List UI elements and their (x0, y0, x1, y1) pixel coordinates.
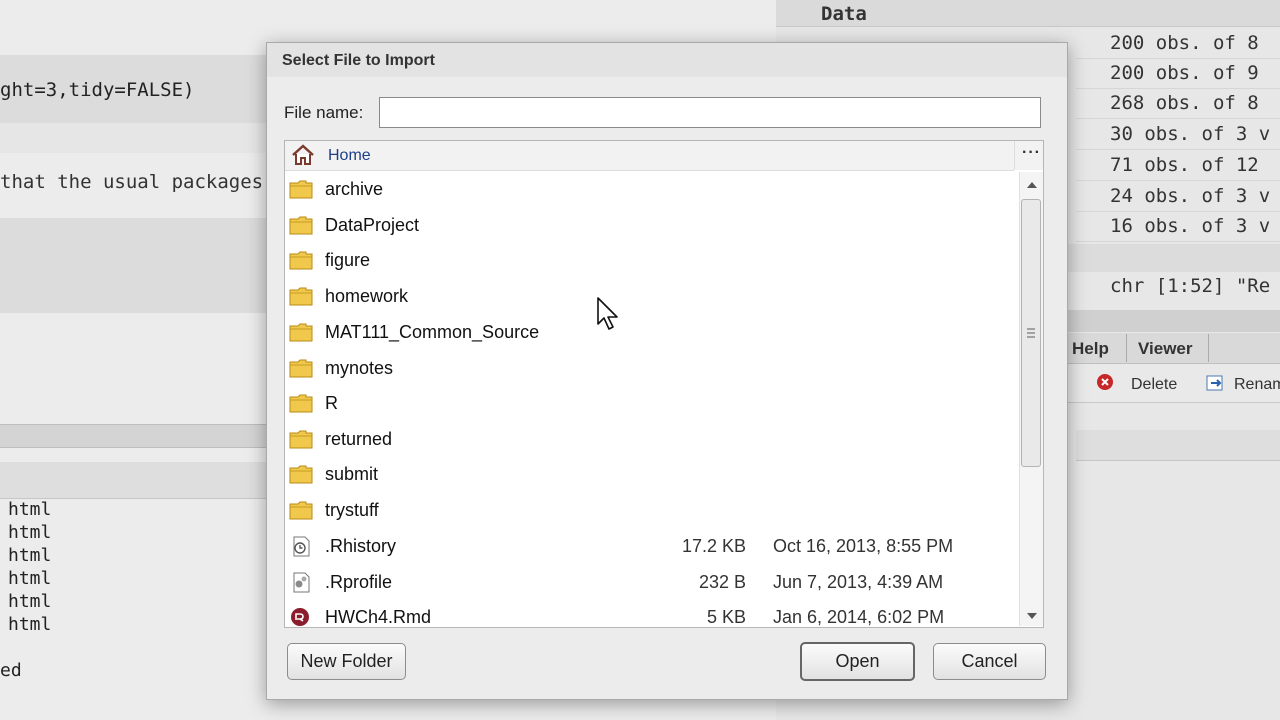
rename-button[interactable]: Renam (1234, 376, 1280, 394)
delete-icon (1097, 374, 1113, 390)
item-name: HWCh4.Rmd (325, 607, 432, 626)
env-value: 200 obs. of 8 (1110, 32, 1259, 54)
scroll-down-arrow-icon[interactable] (1025, 609, 1039, 621)
item-name: .Rprofile (325, 572, 393, 592)
item-date: Jan 6, 2014, 6:02 PM (773, 607, 945, 626)
env-value: 71 obs. of 12 (1110, 154, 1259, 176)
list-item[interactable]: DataProject (285, 207, 1019, 243)
item-name: homework (325, 286, 409, 306)
folder-icon (289, 430, 313, 449)
list-item[interactable]: homework (285, 278, 1019, 314)
item-size: 17.2 KB (681, 536, 746, 556)
item-size: 232 B (698, 572, 746, 592)
env-value: 30 obs. of 3 v (1110, 123, 1271, 145)
breadcrumb (285, 141, 1014, 171)
prose-fragment: that the usual packages (0, 171, 264, 193)
home-icon[interactable] (291, 144, 315, 166)
env-value: 16 obs. of 3 v (1110, 215, 1271, 237)
folder-icon (289, 287, 313, 306)
env-section-band (1066, 244, 1280, 272)
item-name: MAT111_Common_Source (325, 322, 540, 342)
tab-viewer[interactable]: Viewer (1138, 339, 1193, 359)
item-size: 5 KB (706, 607, 746, 626)
profile-file-icon (293, 572, 310, 593)
rmd-file-icon (291, 608, 309, 626)
history-file-icon (293, 536, 310, 557)
item-name: DataProject (325, 215, 420, 235)
file-name-input[interactable] (379, 97, 1041, 128)
list-item[interactable]: .Rprofile 232 B Jun 7, 2013, 4:39 AM (285, 564, 1019, 600)
files-header (1076, 430, 1280, 461)
list-item[interactable]: R (285, 385, 1019, 421)
grip-icon (1026, 326, 1036, 338)
env-value: 24 obs. of 3 v (1110, 185, 1271, 207)
ellipsis-icon: ··· (1022, 144, 1041, 161)
list-item[interactable]: MAT111_Common_Source (285, 314, 1019, 350)
console-line: html (8, 568, 52, 589)
list-item[interactable]: trystuff (285, 492, 1019, 528)
item-date: Oct 16, 2013, 8:55 PM (773, 536, 954, 556)
item-name: archive (325, 179, 384, 199)
env-value: chr [1:52] "Re (1110, 275, 1271, 297)
console-line: html (8, 614, 52, 635)
code-fragment: ght=3,tidy=FALSE) (0, 79, 195, 101)
item-name: figure (325, 250, 371, 270)
folder-icon (289, 180, 313, 199)
breadcrumb-home[interactable]: Home (328, 147, 371, 165)
folder-icon (289, 465, 313, 484)
dialog-title: Select File to Import (282, 52, 435, 69)
tab-divider (1126, 334, 1127, 362)
item-name: submit (325, 464, 379, 484)
env-value: 268 obs. of 8 (1110, 92, 1259, 114)
folder-icon (289, 251, 313, 270)
item-name: .Rhistory (325, 536, 397, 556)
new-folder-button[interactable]: New Folder (287, 643, 406, 680)
console-output: html html html html html html (8, 498, 51, 636)
console-line: html (8, 545, 52, 566)
item-name: mynotes (325, 358, 394, 378)
delete-button[interactable]: Delete (1131, 376, 1177, 394)
mouse-cursor-icon (596, 296, 622, 332)
file-name-label: File name: (284, 103, 364, 122)
console-line: html (8, 591, 52, 612)
scroll-up-arrow-icon[interactable] (1025, 178, 1039, 190)
folder-icon (289, 359, 313, 378)
list-item[interactable]: HWCh4.Rmd 5 KB Jan 6, 2014, 6:02 PM (285, 599, 1019, 626)
list-item[interactable]: mynotes (285, 350, 1019, 386)
list-item[interactable]: returned (285, 421, 1019, 457)
cancel-button[interactable]: Cancel (933, 643, 1046, 680)
item-name: R (325, 393, 338, 413)
console-status: ed (0, 660, 22, 681)
tab-divider (1208, 334, 1209, 362)
environment-section-title: Data (821, 3, 867, 25)
folder-icon (289, 323, 313, 342)
item-name: trystuff (325, 500, 379, 520)
folder-icon (289, 216, 313, 235)
console-line: html (8, 522, 52, 543)
console-line: html (8, 499, 52, 520)
rename-icon (1206, 375, 1226, 391)
list-item[interactable]: figure (285, 242, 1019, 278)
open-button[interactable]: Open (800, 642, 915, 681)
env-value: 200 obs. of 9 (1110, 62, 1259, 84)
list-item[interactable]: submit (285, 456, 1019, 492)
more-options-button[interactable]: ··· (1014, 141, 1043, 170)
list-item[interactable]: archive (285, 171, 1019, 207)
folder-icon (289, 394, 313, 413)
item-name: returned (325, 429, 393, 449)
list-item[interactable]: .Rhistory 17.2 KB Oct 16, 2013, 8:55 PM (285, 528, 1019, 564)
folder-icon (289, 501, 313, 520)
tab-help[interactable]: Help (1072, 339, 1109, 359)
item-date: Jun 7, 2013, 4:39 AM (773, 572, 944, 592)
pane-splitter-right[interactable] (1060, 310, 1280, 332)
